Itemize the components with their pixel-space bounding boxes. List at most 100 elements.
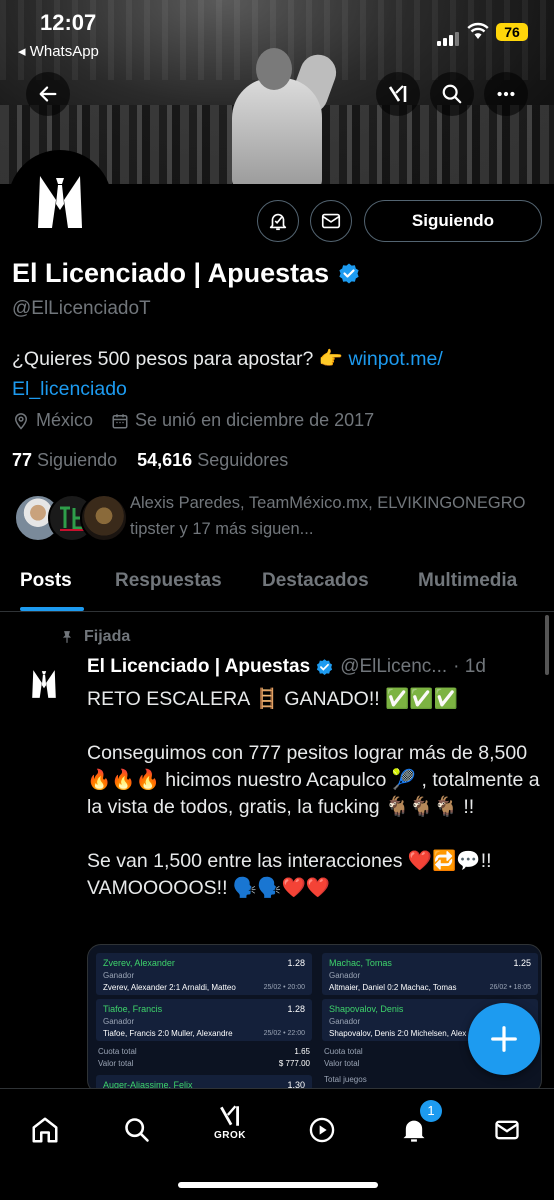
grok-icon [388, 85, 407, 102]
bet-odds: 1.28 [287, 1004, 305, 1014]
following-link[interactable]: 77 Siguiendo [12, 450, 117, 470]
bet-market: Ganador [103, 1017, 135, 1026]
profile-handle: @ElLicenciadoT [12, 298, 151, 319]
nav-video[interactable] [299, 1107, 345, 1153]
more-icon [497, 91, 515, 97]
notification-count-badge: 1 [420, 1100, 442, 1122]
bio-link-continued[interactable]: El_licenciado [12, 378, 127, 400]
profile-tabs: Posts Respuestas Destacados Multimedia [0, 558, 554, 612]
bell-check-icon [269, 213, 287, 231]
post-author-avatar[interactable] [14, 654, 74, 714]
bet-date: 25/02 • 22:00 [263, 1030, 305, 1037]
grok-icon [220, 1105, 239, 1126]
home-indicator[interactable] [178, 1182, 378, 1188]
pin-icon [62, 631, 72, 643]
back-to-app-link[interactable]: ◂ WhatsApp [18, 42, 99, 60]
bet-odds: 1.28 [287, 958, 305, 968]
home-icon [32, 1117, 58, 1143]
bet-player: Machac, Tomas [329, 958, 392, 968]
cuota-value: 1.65 [294, 1047, 310, 1056]
status-bar: 12:07 ◂ WhatsApp 76 [0, 0, 554, 60]
bet-market: Ganador [103, 971, 135, 980]
bet-slip-left: Zverev, Alexander 1.28 Ganador Zverev, A… [96, 953, 312, 1093]
tab-multimedia[interactable]: Multimedia [418, 570, 517, 592]
more-button[interactable] [484, 72, 528, 116]
notifications-button[interactable] [257, 200, 299, 242]
avatar [80, 494, 128, 542]
grok-label: GROK [214, 1130, 246, 1141]
followers-count: 54,616 [137, 450, 193, 470]
verified-badge-icon [317, 658, 333, 675]
nav-home[interactable] [22, 1107, 68, 1153]
banner-player [232, 78, 322, 184]
following-count: 77 [12, 450, 33, 470]
nav-grok[interactable]: GROK [207, 1099, 253, 1145]
back-button[interactable] [26, 72, 70, 116]
pinned-indicator: Fijada [60, 628, 130, 646]
location-pin-icon [14, 412, 28, 430]
bet-date: 25/02 • 20:00 [263, 984, 305, 991]
cuota-label: Cuota total [98, 1047, 137, 1056]
play-circle-icon [309, 1117, 335, 1143]
tab-posts[interactable]: Posts [20, 570, 72, 592]
cuota-total-row: Cuota total 1.65 [96, 1047, 312, 1059]
bio-link[interactable]: winpot.me/ [348, 348, 442, 370]
known-followers-text[interactable]: Alexis Paredes, TeamMéxico.mx, ELVIKINGO… [130, 490, 540, 542]
wifi-icon [467, 22, 489, 45]
following-label: Siguiendo [37, 450, 118, 470]
pinned-label: Fijada [84, 628, 131, 645]
followers-label: Seguidores [197, 450, 289, 470]
post-header: El Licenciado | Apuestas @ElLicenc... · … [87, 656, 486, 678]
suit-logo-icon [32, 670, 56, 698]
nav-search[interactable] [114, 1107, 160, 1153]
search-icon [442, 84, 462, 104]
post-time: · 1d [453, 656, 486, 677]
valor-value: $ 777.00 [278, 1059, 310, 1068]
bet-market: Ganador [329, 971, 361, 980]
plus-icon [491, 1026, 517, 1052]
bet-item: Machac, Tomas 1.25 Ganador Altmaier, Dan… [322, 953, 538, 995]
profile-avatar[interactable] [8, 150, 112, 254]
message-button[interactable] [310, 200, 352, 242]
bet-item: Zverev, Alexander 1.28 Ganador Zverev, A… [96, 953, 312, 995]
arrow-left-icon [39, 86, 57, 102]
bio-text: ¿Quieres 500 pesos para apostar? 👉 [12, 348, 349, 370]
verified-badge-icon[interactable] [337, 262, 361, 286]
nav-messages[interactable] [484, 1107, 530, 1153]
battery-icon: 76 [496, 23, 528, 41]
calendar-icon [112, 413, 128, 428]
tab-destacados[interactable]: Destacados [262, 570, 369, 592]
profile-bio: ¿Quieres 500 pesos para apostar? 👉 winpo… [12, 344, 532, 404]
suit-logo-icon [38, 176, 82, 228]
search-icon [125, 1118, 149, 1142]
grok-button[interactable] [376, 72, 420, 116]
bet-player: Zverev, Alexander [103, 958, 175, 968]
joined-text: Se unió en diciembre de 2017 [135, 410, 375, 430]
valor-total-row: Valor total $ 777.00 [96, 1059, 312, 1071]
profile-meta: México Se unió en diciembre de 2017 [12, 410, 392, 431]
location-text: México [36, 410, 94, 430]
bet-odds: 1.25 [513, 958, 531, 968]
followers-link[interactable]: 54,616 Seguidores [137, 450, 288, 470]
tab-respuestas[interactable]: Respuestas [115, 570, 222, 592]
bet-date: 26/02 • 18:05 [489, 984, 531, 991]
profile-name-row: El Licenciado | Apuestas [12, 258, 361, 289]
follow-stats: 77 Siguiendo 54,616 Seguidores [12, 450, 288, 471]
bet-player: Tiafoe, Francis [103, 1004, 163, 1014]
post-author-handle[interactable]: @ElLicenc... [340, 656, 447, 678]
post-author-name[interactable]: El Licenciado | Apuestas [87, 656, 310, 678]
search-button[interactable] [430, 72, 474, 116]
cell-signal-icon [437, 28, 461, 46]
bet-item: Tiafoe, Francis 1.28 Ganador Tiafoe, Fra… [96, 999, 312, 1041]
profile-location: México [12, 410, 93, 431]
post-text: RETO ESCALERA 🪜 GANADO!! ✅✅✅ Conseguimos… [87, 688, 540, 899]
scrollbar[interactable] [545, 615, 549, 675]
total-juegos-label: Total juegos [324, 1075, 367, 1084]
following-button[interactable]: Siguiendo [364, 200, 542, 242]
compose-post-button[interactable] [468, 1003, 540, 1075]
mail-icon [495, 1120, 519, 1140]
active-tab-indicator [20, 607, 84, 611]
valor-label: Valor total [324, 1059, 360, 1068]
cuota-label: Cuota total [324, 1047, 363, 1056]
bell-icon [403, 1120, 425, 1142]
